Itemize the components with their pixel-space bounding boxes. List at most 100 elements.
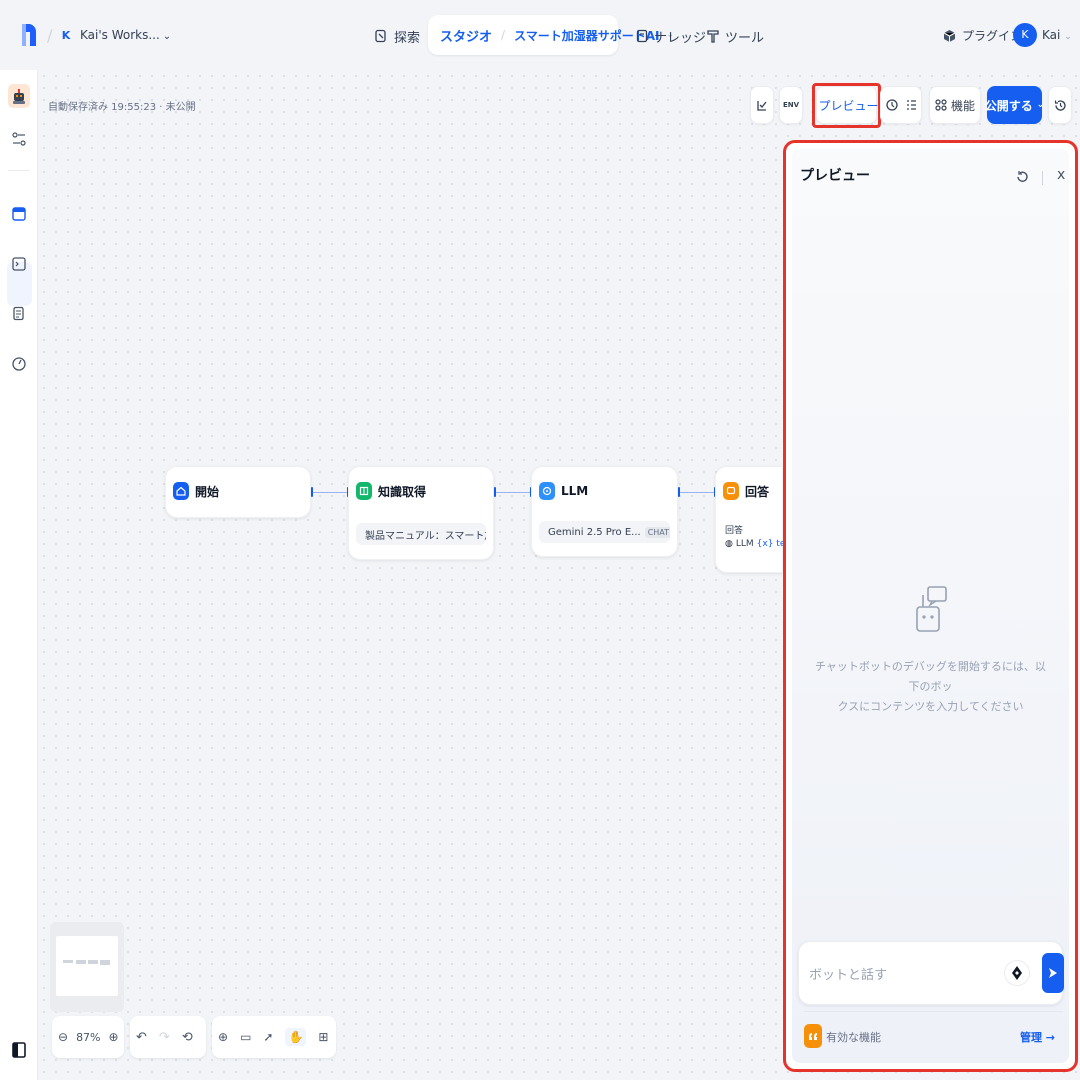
workspace-name: Kai's Works... (80, 28, 160, 42)
publish-button[interactable]: 公開する ⌄ (984, 86, 1045, 124)
minimap[interactable] (50, 922, 124, 1012)
enabled-features-bar: 有効な機能 管理 → (804, 1011, 1063, 1059)
quote-icon (804, 1024, 822, 1048)
workspace-switcher[interactable]: Kai's Works... ⌄ (80, 28, 171, 42)
preview-panel: プレビュー x チャットボットのデバッグを開始するには、以下のボッ クスにコンテ… (783, 140, 1078, 1072)
zoom-out-icon[interactable]: ⊖ (58, 1030, 68, 1044)
redo-icon[interactable]: ↷ (159, 1030, 170, 1045)
minimap-node (100, 960, 110, 965)
plugins-link[interactable]: プラグイン (943, 27, 1022, 44)
node-knowledge-retrieval[interactable]: 知識取得 製品マニュアル：スマート加湿器 SH... (348, 466, 494, 560)
workflow-icon[interactable] (10, 205, 28, 223)
list-check-icon (906, 100, 916, 110)
rail-divider (8, 170, 30, 171)
app-logo[interactable] (20, 22, 38, 48)
preview-title: プレビュー (800, 168, 870, 184)
refresh-icon[interactable] (1014, 169, 1030, 185)
clock-play-icon (885, 99, 898, 111)
header-divider (1042, 171, 1043, 185)
user-name: Kai (1042, 28, 1061, 42)
compass-icon (375, 29, 386, 43)
panel-toggle-icon[interactable] (12, 1041, 26, 1059)
edge-knowledge-llm (495, 492, 531, 493)
minimap-node (63, 960, 73, 963)
answer-label: 回答 (725, 526, 744, 536)
preview-body: プレビュー x チャットボットのデバッグを開始するには、以下のボッ クスにコンテ… (792, 149, 1069, 1063)
nav-knowledge[interactable]: ナレッジ (636, 24, 706, 48)
home-icon (173, 482, 189, 500)
llm-ref-icon: ◍ (725, 539, 733, 549)
pointer-icon[interactable]: ➚ (263, 1030, 273, 1044)
env-button[interactable]: ENV (779, 86, 803, 124)
zoom-controls: ⊖ 87% ⊕ (52, 1016, 124, 1058)
chat-input-placeholder[interactable]: ボットと話す (809, 964, 887, 983)
publish-label: 公開する (984, 98, 1033, 113)
hand-icon[interactable]: ✋ (285, 1028, 307, 1046)
history-icon[interactable]: ⟲ (182, 1030, 193, 1045)
mode-chip: CHAT (644, 526, 670, 538)
enabled-features-label: 有効な機能 (826, 1031, 881, 1044)
checklist-button[interactable] (750, 86, 774, 124)
add-node-icon[interactable]: ⊕ (218, 1030, 228, 1044)
preview-button[interactable]: プレビュー (816, 86, 879, 124)
minimap-node (88, 960, 98, 964)
edge-llm-answer (679, 492, 715, 493)
chevron-down-icon: ⌄ (1064, 32, 1072, 42)
features-button[interactable]: 機能 (929, 86, 981, 124)
output-port[interactable] (678, 487, 680, 497)
model-name: Gemini 2.5 Pro E... (548, 526, 641, 538)
node-llm[interactable]: LLM Gemini 2.5 Pro E... CHAT ⚙ ▤ (531, 466, 678, 557)
sliders-icon[interactable] (10, 130, 28, 148)
zoom-in-icon[interactable]: ⊕ (109, 1030, 119, 1044)
minimap-node (76, 960, 86, 964)
node-title: 知識取得 (378, 484, 427, 499)
nav-explore[interactable]: 探索 (374, 24, 420, 48)
nav-tools-label: ツール (725, 30, 765, 46)
dataset-name: 製品マニュアル：スマート加湿器 SH... (365, 530, 486, 542)
node-answer[interactable]: 回答 回答 ◍ LLM {x} text (715, 466, 794, 573)
node-title: 開始 (195, 484, 220, 499)
undo-icon[interactable]: ↶ (136, 1030, 147, 1045)
node-header: 知識取得 (356, 482, 426, 500)
chevron-down-icon: ⌄ (1036, 100, 1045, 110)
avatar[interactable]: K (1013, 17, 1037, 53)
node-start[interactable]: 開始 (165, 466, 311, 518)
empty-state-hint: チャットボットのデバッグを開始するには、以下のボッ クスにコンテンツを入力してく… (812, 657, 1049, 717)
logs-icon[interactable] (10, 305, 28, 323)
version-history-button[interactable] (1048, 86, 1072, 124)
chat-input-box[interactable]: ボットと話す (798, 941, 1064, 1005)
user-menu[interactable]: Kai ⌄ (1042, 28, 1072, 42)
node-title: 回答 (745, 484, 770, 499)
chat-bubble-icon (723, 482, 739, 500)
preview-label: プレビュー (818, 98, 879, 113)
app-avatar-icon[interactable] (8, 84, 30, 108)
features-label: 機能 (950, 98, 975, 113)
nav-tools[interactable]: ツール (707, 24, 764, 48)
env-label: ENV (782, 101, 800, 109)
output-port[interactable] (311, 487, 313, 497)
send-button[interactable] (1042, 953, 1064, 993)
history-icon (1054, 99, 1066, 111)
zoom-level[interactable]: 87% (76, 1031, 100, 1044)
manage-features-link[interactable]: 管理 → (1020, 1029, 1055, 1045)
autosave-status: 自動保存済み 19:55:23 · 未公開 (48, 102, 196, 113)
nav-explore-label: 探索 (394, 30, 421, 46)
layout-icon[interactable]: ⊞ (318, 1030, 328, 1044)
terminal-icon[interactable] (10, 255, 28, 273)
output-port[interactable] (494, 487, 496, 497)
nav-studio[interactable]: スタジオ / スマート加湿器サポートAI ⌄ (428, 15, 674, 55)
node-title: LLM (561, 484, 589, 498)
close-icon[interactable]: x (1057, 167, 1065, 183)
chevron-down-icon: ⌄ (162, 31, 172, 42)
node-header: 開始 (173, 482, 219, 500)
hammer-icon (707, 30, 719, 43)
avatar-initial: K (1013, 23, 1037, 47)
gauge-icon[interactable] (10, 355, 28, 373)
note-icon[interactable]: ▭ (240, 1030, 251, 1044)
run-history-button[interactable] (880, 86, 922, 124)
grid-icon (935, 99, 947, 111)
top-bar: / K Kai's Works... ⌄ 探索 スタジオ / スマート加湿器サポー… (0, 0, 1080, 70)
hint-line: チャットボットのデバッグを開始するには、以下のボッ (815, 660, 1046, 693)
history-controls: ↶ ↷ ⟲ (130, 1016, 206, 1058)
voice-button[interactable] (1004, 960, 1030, 986)
